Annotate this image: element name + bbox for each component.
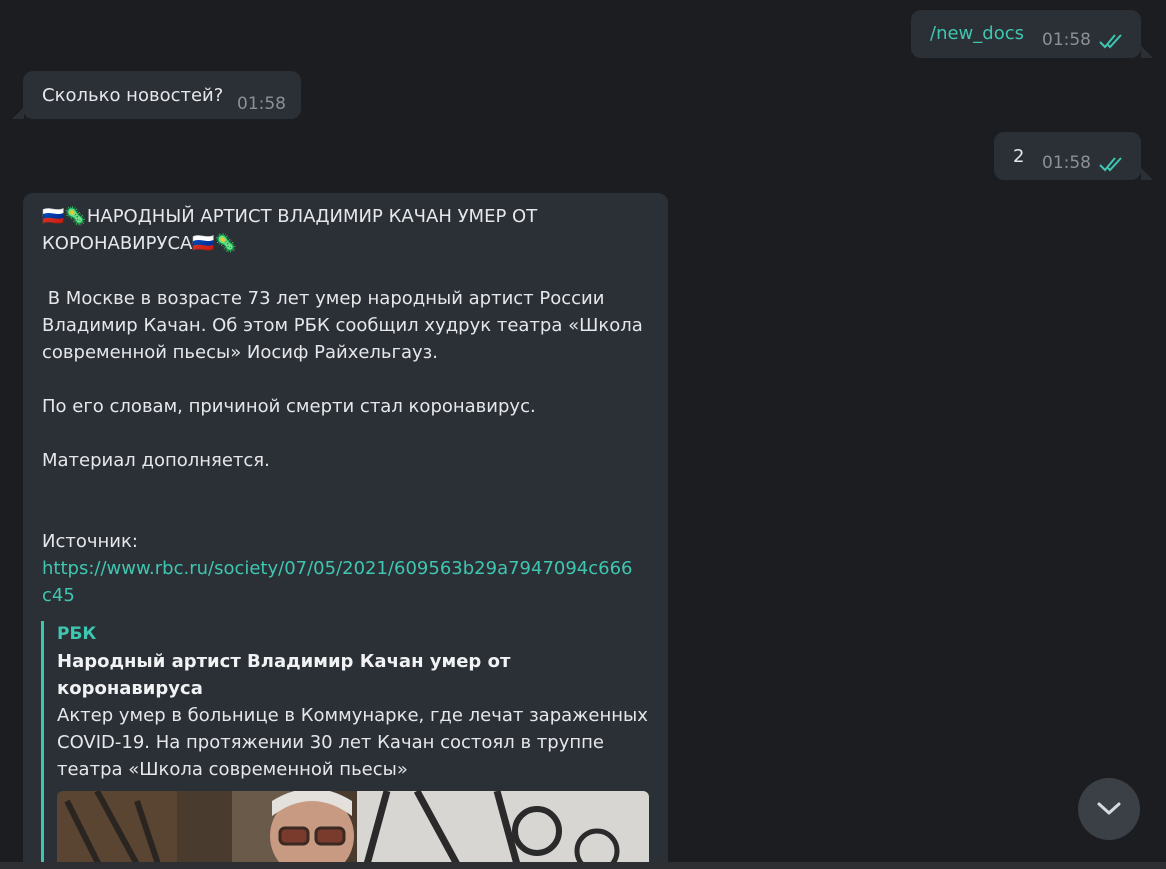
chevron-down-icon	[1097, 802, 1121, 815]
source-label: Источник:	[42, 531, 138, 552]
source-link[interactable]: https://www.rbc.ru/society/07/05/2021/60…	[42, 555, 642, 609]
link-preview[interactable]: РБК Народный артист Владимир Качан умер …	[41, 621, 649, 869]
message-time: 01:58	[1042, 153, 1091, 173]
composer-edge	[0, 862, 1166, 869]
headline-line-2: КОРОНАВИРУСА	[42, 233, 193, 254]
preview-photo-illustration	[57, 791, 649, 869]
command-text[interactable]: /new_docs	[930, 20, 1024, 47]
flag-icon: 🇷🇺	[192, 233, 215, 254]
virus-icon: 🦠	[214, 233, 238, 254]
outgoing-message[interactable]: 2 01:58	[994, 132, 1141, 180]
message-meta: 01:58	[237, 91, 286, 118]
preview-photo[interactable]	[57, 791, 649, 869]
headline-line-1: НАРОДНЫЙ АРТИСТ ВЛАДИМИР КАЧАН УМЕР ОТ	[86, 206, 538, 227]
bubble-tail	[1141, 168, 1153, 180]
scroll-down-button[interactable]	[1078, 778, 1140, 840]
preview-description: Актер умер в больнице в Коммунарке, где …	[57, 705, 648, 780]
preview-title: Народный артист Владимир Качан умер от к…	[57, 651, 511, 699]
bubble-tail	[12, 107, 24, 119]
incoming-message[interactable]: Сколько новостей? 01:58	[23, 71, 301, 119]
message-meta: 01:58	[1042, 150, 1127, 177]
message-text: Сколько новостей?	[42, 85, 224, 106]
double-check-icon	[1099, 32, 1127, 50]
preview-site-name: РБК	[57, 624, 97, 644]
news-body: В Москве в возрасте 73 лет умер народный…	[42, 288, 643, 471]
outgoing-message[interactable]: /new_docs 01:58	[911, 10, 1141, 58]
message-time: 01:58	[1042, 30, 1091, 50]
bubble-tail	[1141, 46, 1153, 58]
virus-icon: 🦠	[64, 206, 87, 227]
news-headline: 🇷🇺🦠НАРОДНЫЙ АРТИСТ ВЛАДИМИР КАЧАН УМЕР О…	[42, 203, 642, 257]
message-meta: 01:58	[1042, 27, 1127, 54]
message-text: 2	[1013, 146, 1025, 167]
message-time: 01:58	[237, 94, 286, 114]
flag-icon: 🇷🇺	[42, 206, 65, 227]
double-check-icon	[1099, 155, 1127, 173]
news-message[interactable]: 🇷🇺🦠НАРОДНЫЙ АРТИСТ ВЛАДИМИР КАЧАН УМЕР О…	[23, 193, 668, 869]
chat-area[interactable]: /new_docs 01:58 Сколько новостей? 01:58 …	[0, 0, 1166, 869]
